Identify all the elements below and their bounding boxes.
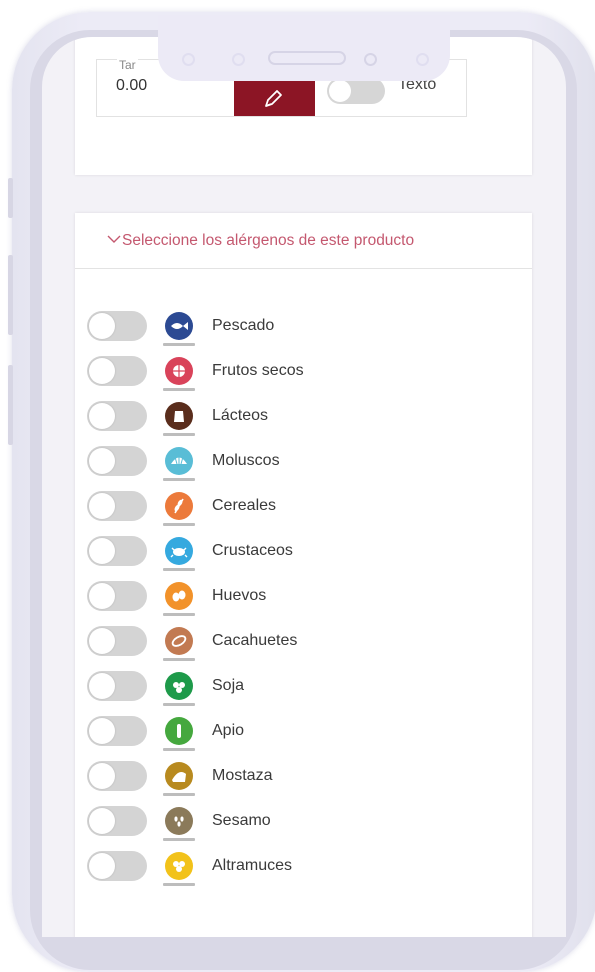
allergen-label: Altramuces bbox=[212, 857, 293, 874]
allergen-toggle[interactable] bbox=[87, 806, 147, 836]
allergen-toggle[interactable] bbox=[87, 536, 147, 566]
phone-screen: Tar 0.00 Texto Seleccione los alérgenos … bbox=[42, 37, 566, 937]
allergen-label: Crustaceos bbox=[212, 542, 293, 559]
fish-icon bbox=[165, 312, 193, 340]
phone-volume-down-button bbox=[8, 365, 13, 445]
allergens-card: Seleccione los alérgenos de este product… bbox=[75, 213, 532, 937]
amount-input[interactable]: 0.00 bbox=[116, 77, 147, 95]
allergen-toggle[interactable] bbox=[87, 356, 147, 386]
allergen-toggle[interactable] bbox=[87, 671, 147, 701]
allergen-row: Huevos bbox=[75, 577, 532, 621]
allergen-row: Crustaceos bbox=[75, 532, 532, 576]
chevron-down-icon bbox=[107, 235, 121, 243]
allergen-label: Moluscos bbox=[212, 452, 280, 469]
allergen-icon-caption bbox=[163, 838, 195, 841]
allergen-icon-caption bbox=[163, 703, 195, 706]
allergen-label: Cereales bbox=[212, 497, 277, 514]
peanut-icon bbox=[165, 627, 193, 655]
allergen-label: Lácteos bbox=[212, 407, 269, 424]
allergen-row: Sesamo bbox=[75, 802, 532, 846]
allergen-row: Moluscos bbox=[75, 442, 532, 486]
allergen-toggle[interactable] bbox=[87, 716, 147, 746]
allergen-label: Cacahuetes bbox=[212, 632, 298, 649]
pencil-icon bbox=[265, 90, 282, 107]
celery-icon bbox=[165, 717, 193, 745]
phone-notch bbox=[158, 15, 450, 81]
allergens-accordion-header[interactable]: Seleccione los alérgenos de este product… bbox=[75, 213, 532, 269]
allergen-toggle[interactable] bbox=[87, 581, 147, 611]
allergen-label: Frutos secos bbox=[212, 362, 304, 379]
phone-volume-up-button bbox=[8, 255, 13, 335]
allergen-toggle[interactable] bbox=[87, 761, 147, 791]
notch-sensor-dot bbox=[182, 53, 195, 66]
allergen-toggle[interactable] bbox=[87, 491, 147, 521]
notch-sensor-dot bbox=[232, 53, 245, 66]
nuts-icon bbox=[165, 357, 193, 385]
phone-side-button bbox=[8, 178, 13, 218]
mustard-icon bbox=[165, 762, 193, 790]
allergen-icon-caption bbox=[163, 658, 195, 661]
allergen-icon-caption bbox=[163, 748, 195, 751]
lupin-icon bbox=[165, 852, 193, 880]
sesame-icon bbox=[165, 807, 193, 835]
crab-icon bbox=[165, 537, 193, 565]
allergen-toggle[interactable] bbox=[87, 626, 147, 656]
allergen-label: Sesamo bbox=[212, 812, 271, 829]
allergen-icon-caption bbox=[163, 343, 195, 346]
amount-label: Tar bbox=[117, 58, 138, 72]
allergen-icon-caption bbox=[163, 478, 195, 481]
allergen-icon-caption bbox=[163, 388, 195, 391]
allergen-icon-caption bbox=[163, 793, 195, 796]
milk-icon bbox=[165, 402, 193, 430]
soy-icon bbox=[165, 672, 193, 700]
allergen-toggle[interactable] bbox=[87, 851, 147, 881]
allergen-toggle[interactable] bbox=[87, 401, 147, 431]
allergens-title: Seleccione los alérgenos de este product… bbox=[122, 232, 415, 249]
allergen-label: Pescado bbox=[212, 317, 275, 334]
notch-sensor-dot bbox=[416, 53, 429, 66]
allergen-row: Pescado bbox=[75, 307, 532, 351]
allergen-row: Mostaza bbox=[75, 757, 532, 801]
allergen-row: Soja bbox=[75, 667, 532, 711]
allergen-label: Soja bbox=[212, 677, 245, 694]
allergen-toggle[interactable] bbox=[87, 311, 147, 341]
texto-toggle[interactable] bbox=[327, 78, 385, 104]
allergen-label: Huevos bbox=[212, 587, 267, 604]
eggs-icon bbox=[165, 582, 193, 610]
camera-icon bbox=[364, 53, 377, 66]
speaker-grille bbox=[268, 51, 346, 65]
allergen-icon-caption bbox=[163, 883, 195, 886]
allergen-icon-caption bbox=[163, 568, 195, 571]
allergen-row: Altramuces bbox=[75, 847, 532, 891]
allergen-row: Cereales bbox=[75, 487, 532, 531]
allergen-row: Frutos secos bbox=[75, 352, 532, 396]
allergen-icon-caption bbox=[163, 613, 195, 616]
allergen-toggle[interactable] bbox=[87, 446, 147, 476]
allergen-label: Apio bbox=[212, 722, 245, 739]
allergen-icon-caption bbox=[163, 523, 195, 526]
shell-icon bbox=[165, 447, 193, 475]
allergen-label: Mostaza bbox=[212, 767, 273, 784]
allergen-icon-caption bbox=[163, 433, 195, 436]
allergen-row: Lácteos bbox=[75, 397, 532, 441]
wheat-icon bbox=[165, 492, 193, 520]
allergen-row: Cacahuetes bbox=[75, 622, 532, 666]
allergen-row: Apio bbox=[75, 712, 532, 756]
